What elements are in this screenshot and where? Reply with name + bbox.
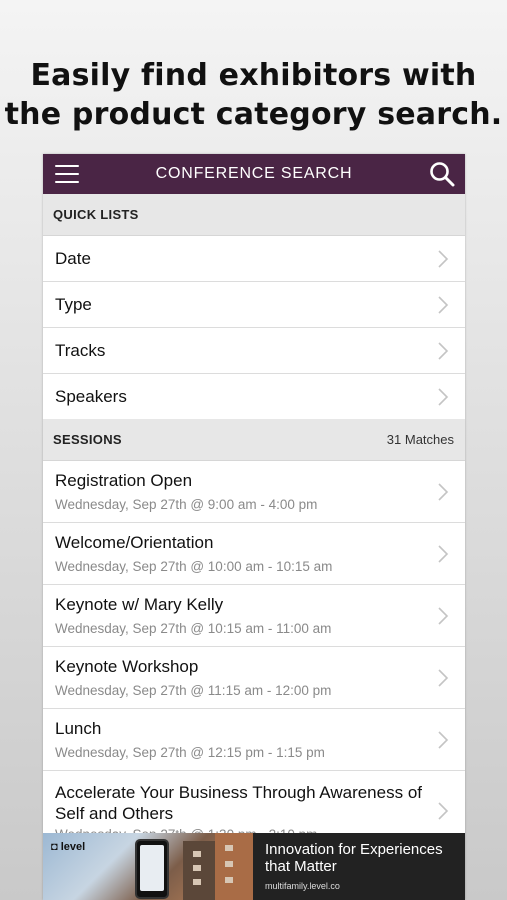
- chevron-right-icon: [438, 342, 449, 360]
- session-title: Lunch: [55, 719, 102, 738]
- banner-ad[interactable]: ◘ level Innovation for Experiences that …: [43, 833, 465, 900]
- session-time: Wednesday, Sep 27th @ 10:00 am - 10:15 a…: [55, 559, 333, 574]
- search-icon[interactable]: [429, 161, 455, 187]
- session-time: Wednesday, Sep 27th @ 11:15 am - 12:00 p…: [55, 683, 332, 698]
- chevron-right-icon: [438, 802, 449, 820]
- session-title: Keynote w/ Mary Kelly: [55, 595, 224, 614]
- quick-list-label: Date: [55, 249, 91, 268]
- quick-list-item-tracks[interactable]: Tracks: [43, 328, 465, 374]
- session-title: Welcome/Orientation: [55, 533, 214, 552]
- quick-lists-label: QUICK LISTS: [53, 207, 139, 222]
- chevron-right-icon: [438, 388, 449, 406]
- chevron-right-icon: [438, 545, 449, 563]
- ad-brand-logo: ◘ level: [51, 841, 86, 853]
- chevron-right-icon: [438, 250, 449, 268]
- ad-headline: Innovation for Experiences that Matter: [265, 841, 443, 875]
- quick-list-label: Tracks: [55, 341, 106, 360]
- ad-image: ◘ level: [43, 833, 253, 900]
- promo-line-2: the product category search.: [4, 97, 503, 132]
- chevron-right-icon: [438, 296, 449, 314]
- ad-url: multifamily.level.co: [265, 881, 340, 891]
- match-count: 31 Matches: [386, 432, 454, 447]
- session-time: Wednesday, Sep 27th @ 9:00 am - 4:00 pm: [55, 497, 318, 512]
- ad-brand: level: [60, 841, 86, 853]
- page-title: CONFERENCE SEARCH: [155, 165, 353, 182]
- promo-headline: Easily find exhibitors with the product …: [0, 56, 507, 134]
- promo-line-1: Easily find exhibitors with: [30, 58, 477, 93]
- session-item[interactable]: Registration Open Wednesday, Sep 27th @ …: [43, 461, 465, 523]
- quick-list-item-type[interactable]: Type: [43, 282, 465, 328]
- chevron-right-icon: [438, 731, 449, 749]
- sessions-label: SESSIONS: [53, 432, 122, 447]
- session-item[interactable]: Keynote w/ Mary Kelly Wednesday, Sep 27t…: [43, 585, 465, 647]
- session-title: Accelerate Your Business Through Awarene…: [55, 783, 422, 823]
- session-time: Wednesday, Sep 27th @ 10:15 am - 11:00 a…: [55, 621, 332, 636]
- chevron-right-icon: [438, 483, 449, 501]
- sessions-header: SESSIONS 31 Matches: [43, 419, 465, 461]
- navigation-bar: CONFERENCE SEARCH: [43, 154, 465, 194]
- app-screen: CONFERENCE SEARCH QUICK LISTS Date Type …: [43, 154, 465, 900]
- session-title: Keynote Workshop: [55, 657, 199, 676]
- session-time: Wednesday, Sep 27th @ 12:15 pm - 1:15 pm: [55, 745, 325, 760]
- quick-list-label: Type: [55, 295, 92, 314]
- chevron-right-icon: [438, 607, 449, 625]
- session-title: Registration Open: [55, 471, 193, 490]
- phone-mockup: [135, 839, 169, 899]
- session-item[interactable]: Lunch Wednesday, Sep 27th @ 12:15 pm - 1…: [43, 709, 465, 771]
- quick-list-item-date[interactable]: Date: [43, 236, 465, 282]
- session-item[interactable]: Keynote Workshop Wednesday, Sep 27th @ 1…: [43, 647, 465, 709]
- quick-list-item-speakers[interactable]: Speakers: [43, 374, 465, 419]
- session-item[interactable]: Welcome/Orientation Wednesday, Sep 27th …: [43, 523, 465, 585]
- quick-list-label: Speakers: [55, 387, 127, 406]
- chevron-right-icon: [438, 669, 449, 687]
- quick-lists-header: QUICK LISTS: [43, 194, 465, 236]
